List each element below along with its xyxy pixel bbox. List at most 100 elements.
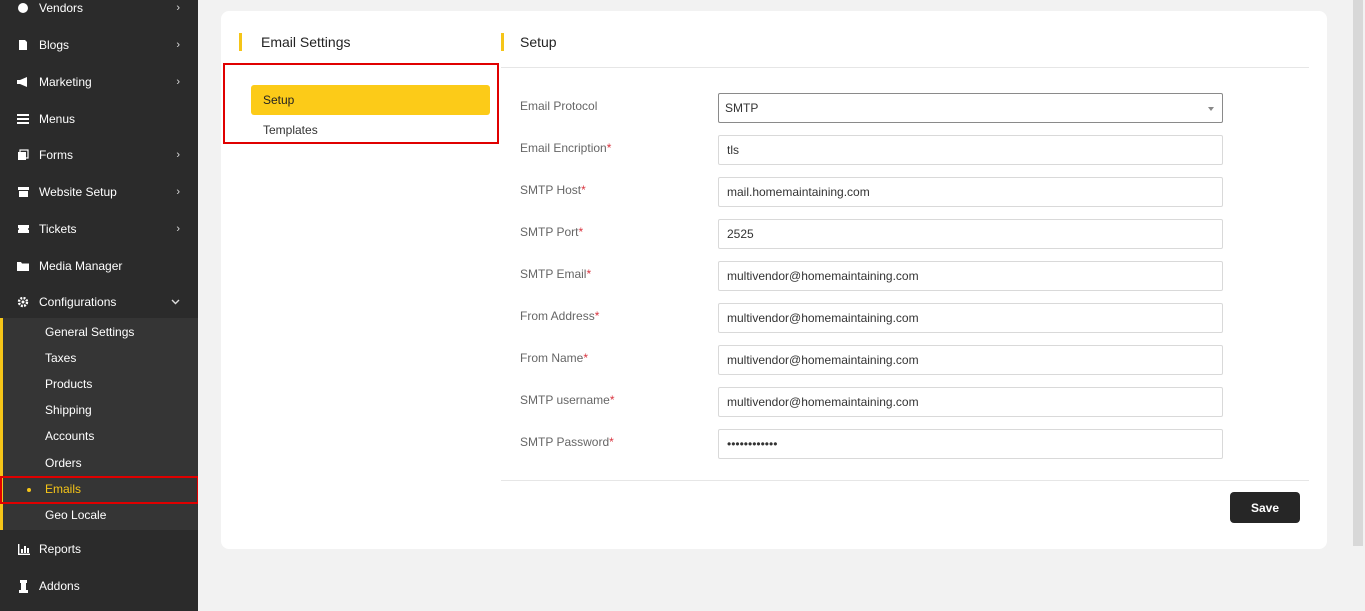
from-name-input[interactable] bbox=[718, 345, 1223, 375]
sidebar-item-label: Addons bbox=[39, 579, 80, 593]
required-mark: * bbox=[609, 393, 615, 407]
sidebar-item-label: Reports bbox=[39, 542, 82, 556]
chart-icon bbox=[16, 542, 30, 556]
label-text: SMTP Host bbox=[520, 183, 582, 197]
sidebar-item-label: Marketing bbox=[39, 75, 92, 89]
folder-icon bbox=[16, 259, 30, 273]
email-protocol-label: Email Protocol bbox=[520, 99, 597, 113]
sidebar-item-forms[interactable]: Forms › bbox=[0, 138, 198, 172]
sidebar-item-label: Forms bbox=[39, 148, 73, 162]
required-mark: * bbox=[594, 309, 600, 323]
chevron-right-icon: › bbox=[176, 76, 180, 88]
smtp-password-label: SMTP Password* bbox=[520, 435, 614, 449]
required-mark: * bbox=[606, 141, 612, 155]
submenu-item-label: Accounts bbox=[45, 429, 95, 443]
email-settings-title: Email Settings bbox=[239, 33, 350, 51]
sidebar-item-configurations[interactable]: Configurations bbox=[0, 285, 198, 319]
label-text: SMTP Email bbox=[520, 267, 587, 281]
sidebar-item-media-manager[interactable]: Media Manager bbox=[0, 249, 198, 283]
submenu-item-taxes[interactable]: Taxes bbox=[3, 345, 198, 371]
forms-icon bbox=[16, 148, 30, 162]
smtp-username-label: SMTP username* bbox=[520, 393, 614, 407]
submenu-item-label: Shipping bbox=[45, 403, 92, 417]
required-mark: * bbox=[578, 225, 584, 239]
required-mark: * bbox=[583, 351, 589, 365]
chevron-right-icon: › bbox=[176, 223, 180, 235]
label-text: SMTP Password bbox=[520, 435, 610, 449]
puzzle-icon bbox=[16, 579, 30, 593]
divider bbox=[501, 67, 1309, 68]
gear-icon bbox=[16, 295, 30, 309]
vendors-icon bbox=[16, 1, 30, 15]
megaphone-icon bbox=[16, 75, 30, 89]
submenu-item-geo-locale[interactable]: Geo Locale bbox=[3, 502, 198, 528]
highlight-box-emails bbox=[0, 476, 198, 504]
sidebar-item-reports[interactable]: Reports bbox=[0, 532, 198, 566]
sidebar-item-marketing[interactable]: Marketing › bbox=[0, 65, 198, 99]
submenu-item-label: Products bbox=[45, 377, 93, 391]
email-settings-card: Email Settings Setup Setup Templates Ema… bbox=[221, 11, 1327, 549]
scrollbar-thumb[interactable] bbox=[1353, 0, 1363, 546]
sidebar-item-tickets[interactable]: Tickets › bbox=[0, 212, 198, 246]
label-text: SMTP username bbox=[520, 393, 610, 407]
submenu-item-label: Geo Locale bbox=[45, 508, 107, 522]
page-scrollbar[interactable] bbox=[1351, 0, 1365, 611]
ticket-icon bbox=[16, 222, 30, 236]
from-address-input[interactable] bbox=[718, 303, 1223, 333]
smtp-host-label: SMTP Host* bbox=[520, 183, 586, 197]
submenu-item-general-settings[interactable]: General Settings bbox=[3, 319, 198, 345]
email-encryption-input[interactable] bbox=[718, 135, 1223, 165]
sidebar-item-label: Configurations bbox=[39, 295, 117, 309]
submenu-item-orders[interactable]: Orders bbox=[3, 450, 198, 476]
chevron-right-icon: › bbox=[176, 2, 180, 14]
label-text: Email Protocol bbox=[520, 99, 598, 113]
sidebar-item-menus[interactable]: Menus bbox=[0, 102, 198, 136]
submenu-item-products[interactable]: Products bbox=[3, 371, 198, 397]
email-protocol-select[interactable]: SMTP bbox=[718, 93, 1223, 123]
smtp-password-input[interactable] bbox=[718, 429, 1223, 459]
label-text: From Name bbox=[520, 351, 584, 365]
chevron-down-icon bbox=[171, 296, 180, 308]
chevron-right-icon: › bbox=[176, 39, 180, 51]
sidebar-item-label: Menus bbox=[39, 112, 76, 126]
select-value: SMTP bbox=[725, 101, 759, 115]
sidebar-item-label: Media Manager bbox=[39, 259, 123, 273]
sidebar-item-addons[interactable]: Addons bbox=[0, 569, 198, 603]
email-encryption-label: Email Encription* bbox=[520, 141, 611, 155]
required-mark: * bbox=[586, 267, 592, 281]
smtp-email-input[interactable] bbox=[718, 261, 1223, 291]
submenu-item-accounts[interactable]: Accounts bbox=[3, 423, 198, 449]
sidebar-item-website-setup[interactable]: Website Setup › bbox=[0, 175, 198, 209]
submenu-item-label: General Settings bbox=[45, 325, 135, 339]
blogs-icon bbox=[16, 38, 30, 52]
submenu-item-label: Taxes bbox=[45, 351, 77, 365]
store-icon bbox=[16, 185, 30, 199]
smtp-port-input[interactable] bbox=[718, 219, 1223, 249]
sidebar-item-label: Website Setup bbox=[39, 185, 117, 199]
from-address-label: From Address* bbox=[520, 309, 599, 323]
required-mark: * bbox=[581, 183, 586, 197]
smtp-email-label: SMTP Email* bbox=[520, 267, 591, 281]
label-text: From Address bbox=[520, 309, 595, 323]
label-text: SMTP Port bbox=[520, 225, 579, 239]
save-button[interactable]: Save bbox=[1230, 492, 1300, 523]
sidebar: Vendors › Blogs › Marketing › Menus Form… bbox=[0, 0, 198, 611]
submenu-item-label: Orders bbox=[45, 456, 82, 470]
from-name-label: From Name* bbox=[520, 351, 588, 365]
menu-icon bbox=[16, 112, 30, 126]
sidebar-item-vendors[interactable]: Vendors › bbox=[0, 0, 198, 25]
required-mark: * bbox=[609, 435, 614, 449]
sidebar-item-label: Tickets bbox=[39, 222, 77, 236]
label-text: Email Encription bbox=[520, 141, 607, 155]
smtp-port-label: SMTP Port* bbox=[520, 225, 583, 239]
chevron-right-icon: › bbox=[176, 186, 180, 198]
sidebar-item-label: Blogs bbox=[39, 38, 70, 52]
smtp-host-input[interactable] bbox=[718, 177, 1223, 207]
sidebar-item-blogs[interactable]: Blogs › bbox=[0, 28, 198, 62]
setup-section-title: Setup bbox=[501, 33, 557, 51]
highlight-box-tabs bbox=[223, 63, 499, 144]
chevron-right-icon: › bbox=[176, 149, 180, 161]
smtp-username-input[interactable] bbox=[718, 387, 1223, 417]
sidebar-item-label: Vendors bbox=[39, 1, 84, 15]
submenu-item-shipping[interactable]: Shipping bbox=[3, 397, 198, 423]
